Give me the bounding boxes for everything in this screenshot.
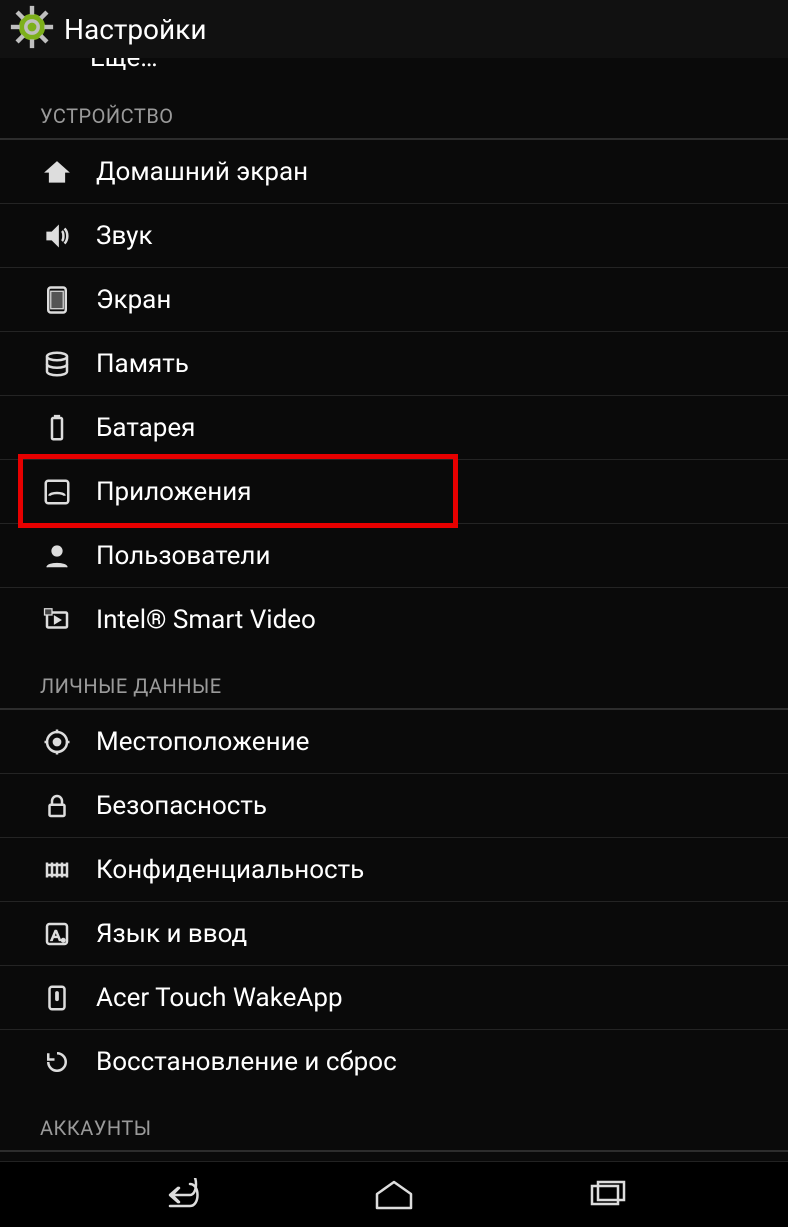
row-apps[interactable]: Приложения [0, 460, 788, 524]
location-icon [40, 725, 74, 759]
row-intel-video[interactable]: Intel® Smart Video [0, 588, 788, 652]
row-google[interactable]: g Google [0, 1152, 788, 1161]
restore-icon [40, 1045, 74, 1079]
display-icon [40, 283, 74, 317]
row-label: Intel® Smart Video [96, 605, 316, 635]
row-label: Язык и ввод [96, 919, 247, 949]
apps-icon [40, 475, 74, 509]
video-icon [40, 603, 74, 637]
row-home-screen[interactable]: Домашний экран [0, 140, 788, 204]
nav-back-button[interactable] [152, 1175, 212, 1215]
row-label: Экран [96, 285, 171, 315]
list-item-cutoff[interactable]: Ещё… [0, 58, 788, 82]
row-battery[interactable]: Батарея [0, 396, 788, 460]
row-label: Звук [96, 221, 153, 251]
nav-recent-button[interactable] [576, 1175, 636, 1215]
row-label: Домашний экран [96, 157, 308, 187]
row-location[interactable]: Местоположение [0, 710, 788, 774]
sound-icon [40, 219, 74, 253]
settings-icon [10, 5, 54, 53]
row-sound[interactable]: Звук [0, 204, 788, 268]
lock-icon [40, 789, 74, 823]
section-header-device: УСТРОЙСТВО [0, 82, 788, 140]
row-label: Восстановление и сброс [96, 1047, 397, 1077]
row-label: Конфиденциальность [96, 855, 364, 885]
users-icon [40, 539, 74, 573]
language-icon: A [40, 917, 74, 951]
nav-bar [0, 1161, 788, 1227]
settings-list[interactable]: Ещё… УСТРОЙСТВО Домашний экран Звук Экра… [0, 58, 788, 1161]
row-label: Приложения [96, 477, 251, 507]
section-header-personal: ЛИЧНЫЕ ДАННЫЕ [0, 652, 788, 710]
home-icon [40, 155, 74, 189]
row-users[interactable]: Пользователи [0, 524, 788, 588]
row-label: Местоположение [96, 727, 309, 757]
touch-icon [40, 981, 74, 1015]
row-label: Память [96, 349, 189, 379]
row-storage[interactable]: Память [0, 332, 788, 396]
row-label: Безопасность [96, 791, 267, 821]
row-security[interactable]: Безопасность [0, 774, 788, 838]
svg-text:A: A [51, 927, 61, 944]
privacy-icon [40, 853, 74, 887]
row-display[interactable]: Экран [0, 268, 788, 332]
row-label: Acer Touch WakeApp [96, 983, 343, 1013]
row-backup-reset[interactable]: Восстановление и сброс [0, 1030, 788, 1094]
row-privacy[interactable]: Конфиденциальность [0, 838, 788, 902]
app-title: Настройки [64, 13, 206, 46]
row-language[interactable]: A Язык и ввод [0, 902, 788, 966]
row-acer-wakeapp[interactable]: Acer Touch WakeApp [0, 966, 788, 1030]
section-header-accounts: АККАУНТЫ [0, 1094, 788, 1152]
storage-icon [40, 347, 74, 381]
row-label: Батарея [96, 413, 195, 443]
row-label: Пользователи [96, 541, 270, 571]
battery-icon [40, 411, 74, 445]
nav-home-button[interactable] [364, 1175, 424, 1215]
app-bar: Настройки [0, 0, 788, 58]
